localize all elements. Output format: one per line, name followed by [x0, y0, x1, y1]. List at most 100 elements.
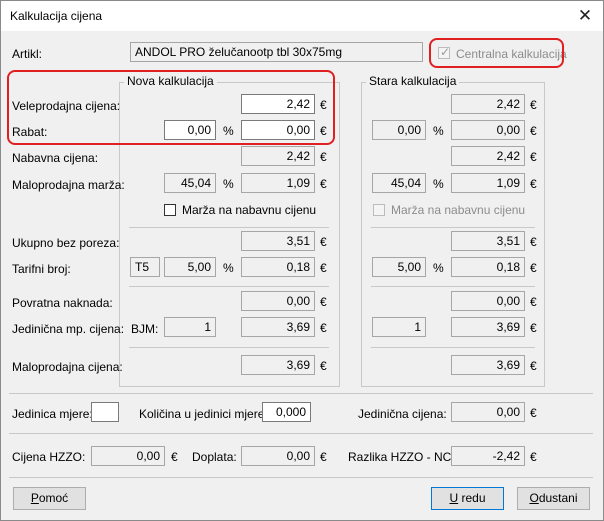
window-title: Kalkulacija cijena [10, 9, 103, 23]
euro-unit: € [320, 177, 327, 191]
jedinicna-cijena-field: 0,00 [451, 402, 525, 422]
euro-unit: € [530, 150, 537, 164]
euro-unit: € [320, 150, 327, 164]
jedinica-mjere-input[interactable] [91, 402, 119, 422]
cijena-hzzo-field: 0,00 [91, 446, 165, 466]
stara-bjm-field: 1 [372, 317, 426, 337]
nova-tarifni-value-field: 0,18 [241, 257, 315, 277]
stara-marza-checkbox-label: Marža na nabavnu cijenu [391, 203, 526, 217]
nova-maloprodajna-field: 3,69 [241, 355, 315, 375]
razlika-label: Razlika HZZO - NC: [348, 450, 455, 464]
stara-nabavna-field: 2,42 [451, 146, 525, 166]
povratna-label: Povratna naknada: [12, 296, 113, 310]
highlight-centralna [429, 38, 564, 68]
euro-unit: € [320, 235, 327, 249]
euro-unit: € [530, 177, 537, 191]
euro-unit: € [171, 450, 178, 464]
euro-unit: € [530, 321, 537, 335]
stara-povratna-field: 0,00 [451, 291, 525, 311]
jedinicna-mp-label: Jedinična mp. cijena: [12, 322, 125, 336]
ok-button-label: redu [458, 491, 486, 505]
euro-unit: € [530, 261, 537, 275]
cancel-button-mnemonic: O [529, 491, 539, 505]
doplata-label: Doplata: [192, 450, 237, 464]
stara-rabat-pct-field: 0,00 [372, 120, 426, 140]
stara-kalkulacija-title: Stara kalkulacija [366, 74, 460, 88]
stara-marza-checkbox [373, 204, 385, 216]
euro-unit: € [530, 406, 537, 420]
euro-unit: € [530, 295, 537, 309]
pct-unit: % [433, 261, 444, 275]
kolicina-label: Količina u jedinici mjere: [139, 407, 268, 421]
stara-jedinicna-field: 3,69 [451, 317, 525, 337]
stara-maloprodajna-field: 3,69 [451, 355, 525, 375]
pomoc-button[interactable]: Pomoć [13, 487, 86, 510]
maloprodajna-label: Maloprodajna cijena: [12, 360, 123, 374]
ukupno-label: Ukupno bez poreza: [12, 236, 120, 250]
nova-marza-pct-field: 45,04 [164, 173, 216, 193]
nova-povratna-field: 0,00 [241, 291, 315, 311]
highlight-nova-fields [7, 70, 335, 145]
pct-unit: % [433, 177, 444, 191]
nabavna-label: Nabavna cijena: [12, 151, 99, 165]
separator [371, 347, 535, 348]
jedinicna-cijena-label: Jedinična cijena: [358, 407, 447, 421]
nova-nabavna-field: 2,42 [241, 146, 315, 166]
euro-unit: € [320, 450, 327, 464]
stara-ukupno-field: 3,51 [451, 231, 525, 251]
euro-unit: € [530, 235, 537, 249]
pct-unit: % [223, 261, 234, 275]
razlika-field: -2,42 [451, 446, 525, 466]
pct-unit: % [223, 177, 234, 191]
artikl-label: Artikl: [12, 47, 42, 61]
nova-ukupno-field: 3,51 [241, 231, 315, 251]
euro-unit: € [530, 450, 537, 464]
ok-button[interactable]: U redu [431, 487, 504, 510]
euro-unit: € [530, 124, 537, 138]
euro-unit: € [320, 321, 327, 335]
pomoc-button-mnemonic: P [30, 491, 39, 505]
separator [9, 393, 593, 394]
euro-unit: € [530, 359, 537, 373]
doplata-field: 0,00 [241, 446, 315, 466]
pomoc-button-label: omoć [38, 491, 69, 505]
close-icon[interactable]: ✕ [573, 4, 597, 28]
stara-marza-value-field: 1,09 [451, 173, 525, 193]
artikl-field: ANDOL PRO želučanootp tbl 30x75mg [130, 42, 423, 62]
nova-tarifni-pct-field: 5,00 [164, 257, 216, 277]
jedinica-mjere-label: Jedinica mjere: [12, 407, 93, 421]
nova-marza-checkbox-label: Marža na nabavnu cijenu [182, 203, 317, 217]
tarifni-label: Tarifni broj: [12, 262, 71, 276]
dialog-window: Kalkulacija cijena ✕ Artikl: ANDOL PRO ž… [0, 0, 604, 521]
stara-marza-pct-field: 45,04 [372, 173, 426, 193]
separator [9, 477, 593, 478]
cancel-button[interactable]: Odustani [517, 487, 590, 510]
nova-bjm-field: 1 [164, 317, 216, 337]
separator [129, 286, 329, 287]
nova-tarifni-code-field: T5 [130, 257, 160, 277]
separator [129, 347, 329, 348]
stara-tarifni-value-field: 0,18 [451, 257, 525, 277]
pct-unit: % [433, 124, 444, 138]
separator [371, 286, 535, 287]
euro-unit: € [320, 295, 327, 309]
nova-marza-value-field: 1,09 [241, 173, 315, 193]
separator [129, 227, 329, 228]
euro-unit: € [320, 359, 327, 373]
cancel-button-label: dustani [538, 491, 578, 505]
ok-button-mnemonic: U [449, 491, 459, 505]
title-bar: Kalkulacija cijena ✕ [1, 1, 603, 31]
kolicina-input[interactable]: 0,000 [262, 402, 311, 422]
nova-jedinicna-field: 3,69 [241, 317, 315, 337]
stara-veleprodajna-field: 2,42 [451, 94, 525, 114]
euro-unit: € [530, 98, 537, 112]
nova-marza-checkbox[interactable] [164, 204, 176, 216]
euro-unit: € [320, 261, 327, 275]
stara-rabat-value-field: 0,00 [451, 120, 525, 140]
bjm-label: BJM: [131, 322, 159, 336]
marza-label: Maloprodajna marža: [12, 178, 125, 192]
separator [371, 227, 535, 228]
cijena-hzzo-label: Cijena HZZO: [12, 450, 86, 464]
separator [9, 433, 593, 434]
stara-tarifni-pct-field: 5,00 [372, 257, 426, 277]
